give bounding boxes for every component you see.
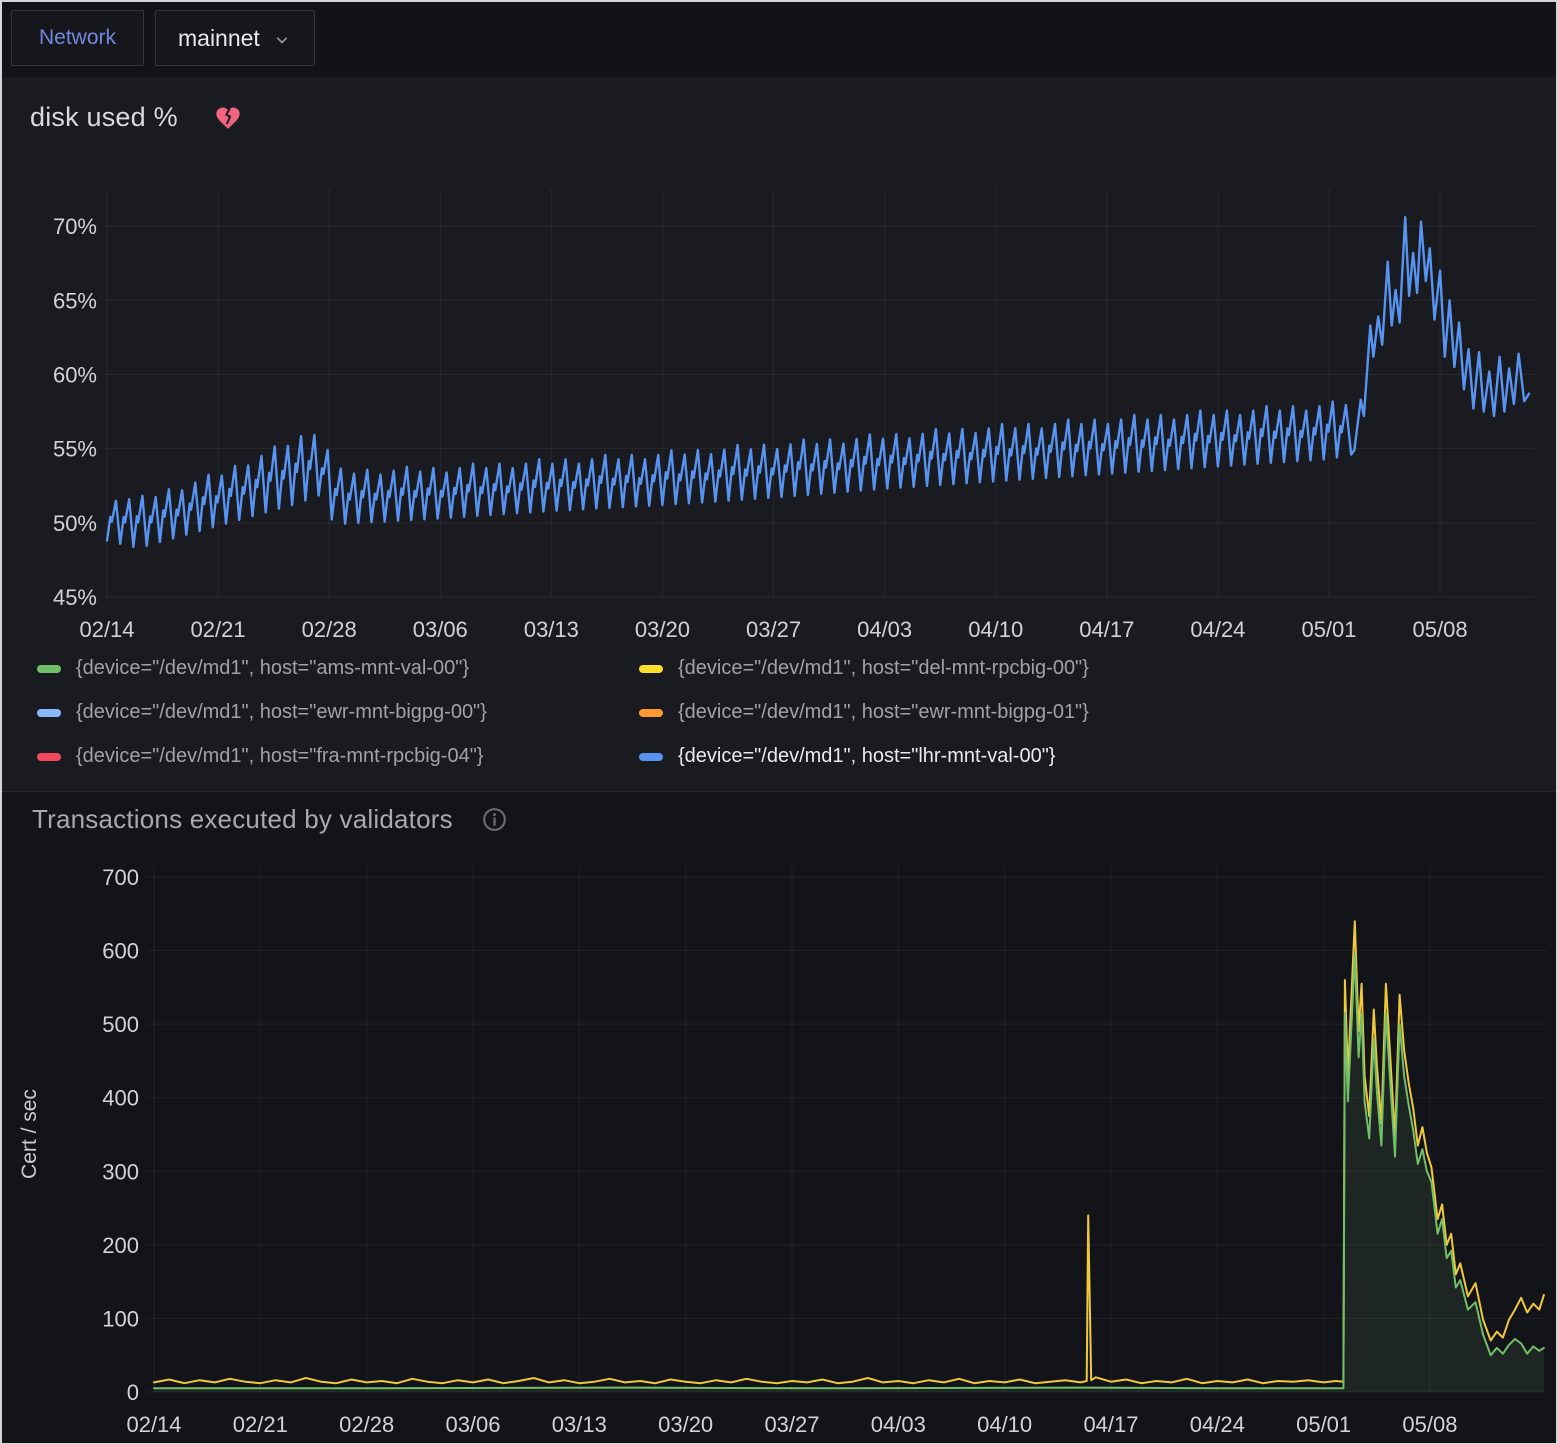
panel-title-transactions[interactable]: Transactions executed by validators (32, 804, 453, 835)
y-tick-label: 45% (53, 585, 97, 610)
x-tick-label: 05/01 (1301, 617, 1356, 642)
variable-label-network: Network (11, 10, 144, 66)
x-tick-label: 02/28 (302, 617, 357, 642)
y-tick-label: 70% (53, 214, 97, 239)
chart-legend: {device="/dev/md1", host="ams-mnt-val-00… (37, 657, 1517, 768)
network-dropdown[interactable]: mainnet (155, 10, 315, 66)
y-tick-label: 60% (53, 362, 97, 387)
legend-label: {device="/dev/md1", host="ewr-mnt-bigpg-… (678, 701, 1089, 724)
panel-transactions: 02/14 02/21 02/28 03/06 03/13 03/20 03/27 04/03… (2, 791, 1556, 1443)
dashboard-toolbar: Network mainnet (2, 2, 1556, 77)
y-tick-label: 100 (102, 1306, 139, 1331)
transactions-chart[interactable]: 02/14 02/21 02/28 03/06 03/13 03/20 03/27 04/03… (2, 792, 1556, 1443)
legend-swatch (37, 709, 61, 717)
legend-item[interactable]: {device="/dev/md1", host="ams-mnt-val-00… (37, 657, 639, 680)
x-tick-label: 02/28 (339, 1412, 394, 1437)
x-tick-label: 02/14 (79, 617, 134, 642)
x-tick-label: 04/24 (1190, 617, 1245, 642)
info-icon[interactable] (481, 806, 508, 833)
chevron-down-icon (272, 30, 292, 50)
network-dropdown-value: mainnet (178, 25, 260, 52)
x-tick-label: 04/10 (968, 617, 1023, 642)
x-tick-label: 03/06 (445, 1412, 500, 1437)
x-tick-label: 04/10 (977, 1412, 1032, 1437)
y-tick-label: 200 (102, 1233, 139, 1258)
y-tick-label: 400 (102, 1086, 139, 1111)
y-tick-label: 0 (127, 1380, 139, 1405)
y-tick-label: 300 (102, 1159, 139, 1184)
x-tick-label: 03/13 (524, 617, 579, 642)
legend-item[interactable]: {device="/dev/md1", host="ewr-mnt-bigpg-… (37, 701, 639, 724)
legend-swatch (37, 665, 61, 673)
legend-item[interactable]: {device="/dev/md1", host="lhr-mnt-val-00… (639, 745, 1517, 768)
x-tick-label: 05/01 (1296, 1412, 1351, 1437)
y-tick-label: 500 (102, 1012, 139, 1037)
panel-title-disk-used[interactable]: disk used % (30, 102, 178, 133)
x-tick-label: 02/14 (126, 1412, 181, 1437)
series-area (154, 954, 1544, 1392)
y-tick-label: 50% (53, 511, 97, 536)
x-tick-label: 03/20 (658, 1412, 713, 1437)
legend-label: {device="/dev/md1", host="lhr-mnt-val-00… (678, 745, 1055, 768)
series-line (107, 217, 1529, 547)
x-tick-label: 04/17 (1083, 1412, 1138, 1437)
series-line (154, 921, 1544, 1383)
legend-swatch (639, 709, 663, 717)
panel-disk-used: 02/14 02/21 02/28 03/06 03/13 03/20 03/27 04/03… (2, 77, 1556, 791)
x-tick-label: 04/03 (871, 1412, 926, 1437)
x-tick-label: 03/27 (746, 617, 801, 642)
legend-item[interactable]: {device="/dev/md1", host="fra-mnt-rpcbig… (37, 745, 639, 768)
legend-label: {device="/dev/md1", host="del-mnt-rpcbig… (678, 657, 1089, 680)
x-tick-label: 03/06 (413, 617, 468, 642)
x-tick-label: 03/27 (764, 1412, 819, 1437)
broken-heart-icon (214, 104, 242, 132)
y-tick-label: 600 (102, 939, 139, 964)
x-tick-label: 02/21 (233, 1412, 288, 1437)
x-tick-label: 03/13 (552, 1412, 607, 1437)
legend-swatch (37, 753, 61, 761)
y-tick-label: 65% (53, 288, 97, 313)
legend-item[interactable]: {device="/dev/md1", host="del-mnt-rpcbig… (639, 657, 1517, 680)
x-tick-label: 02/21 (191, 617, 246, 642)
y-axis-label: Cert / sec (18, 1044, 42, 1224)
y-tick-label: 55% (53, 437, 97, 462)
x-tick-label: 04/24 (1190, 1412, 1245, 1437)
x-tick-label: 05/08 (1402, 1412, 1457, 1437)
legend-item[interactable]: {device="/dev/md1", host="ewr-mnt-bigpg-… (639, 701, 1517, 724)
y-tick-label: 700 (102, 865, 139, 890)
variable-label-text: Network (39, 26, 116, 50)
x-tick-label: 04/17 (1079, 617, 1134, 642)
legend-label: {device="/dev/md1", host="ams-mnt-val-00… (76, 657, 469, 680)
x-tick-label: 05/08 (1413, 617, 1468, 642)
legend-label: {device="/dev/md1", host="ewr-mnt-bigpg-… (76, 701, 487, 724)
x-tick-label: 04/03 (857, 617, 912, 642)
legend-label: {device="/dev/md1", host="fra-mnt-rpcbig… (76, 745, 484, 768)
legend-swatch (639, 753, 663, 761)
legend-swatch (639, 665, 663, 673)
x-tick-label: 03/20 (635, 617, 690, 642)
